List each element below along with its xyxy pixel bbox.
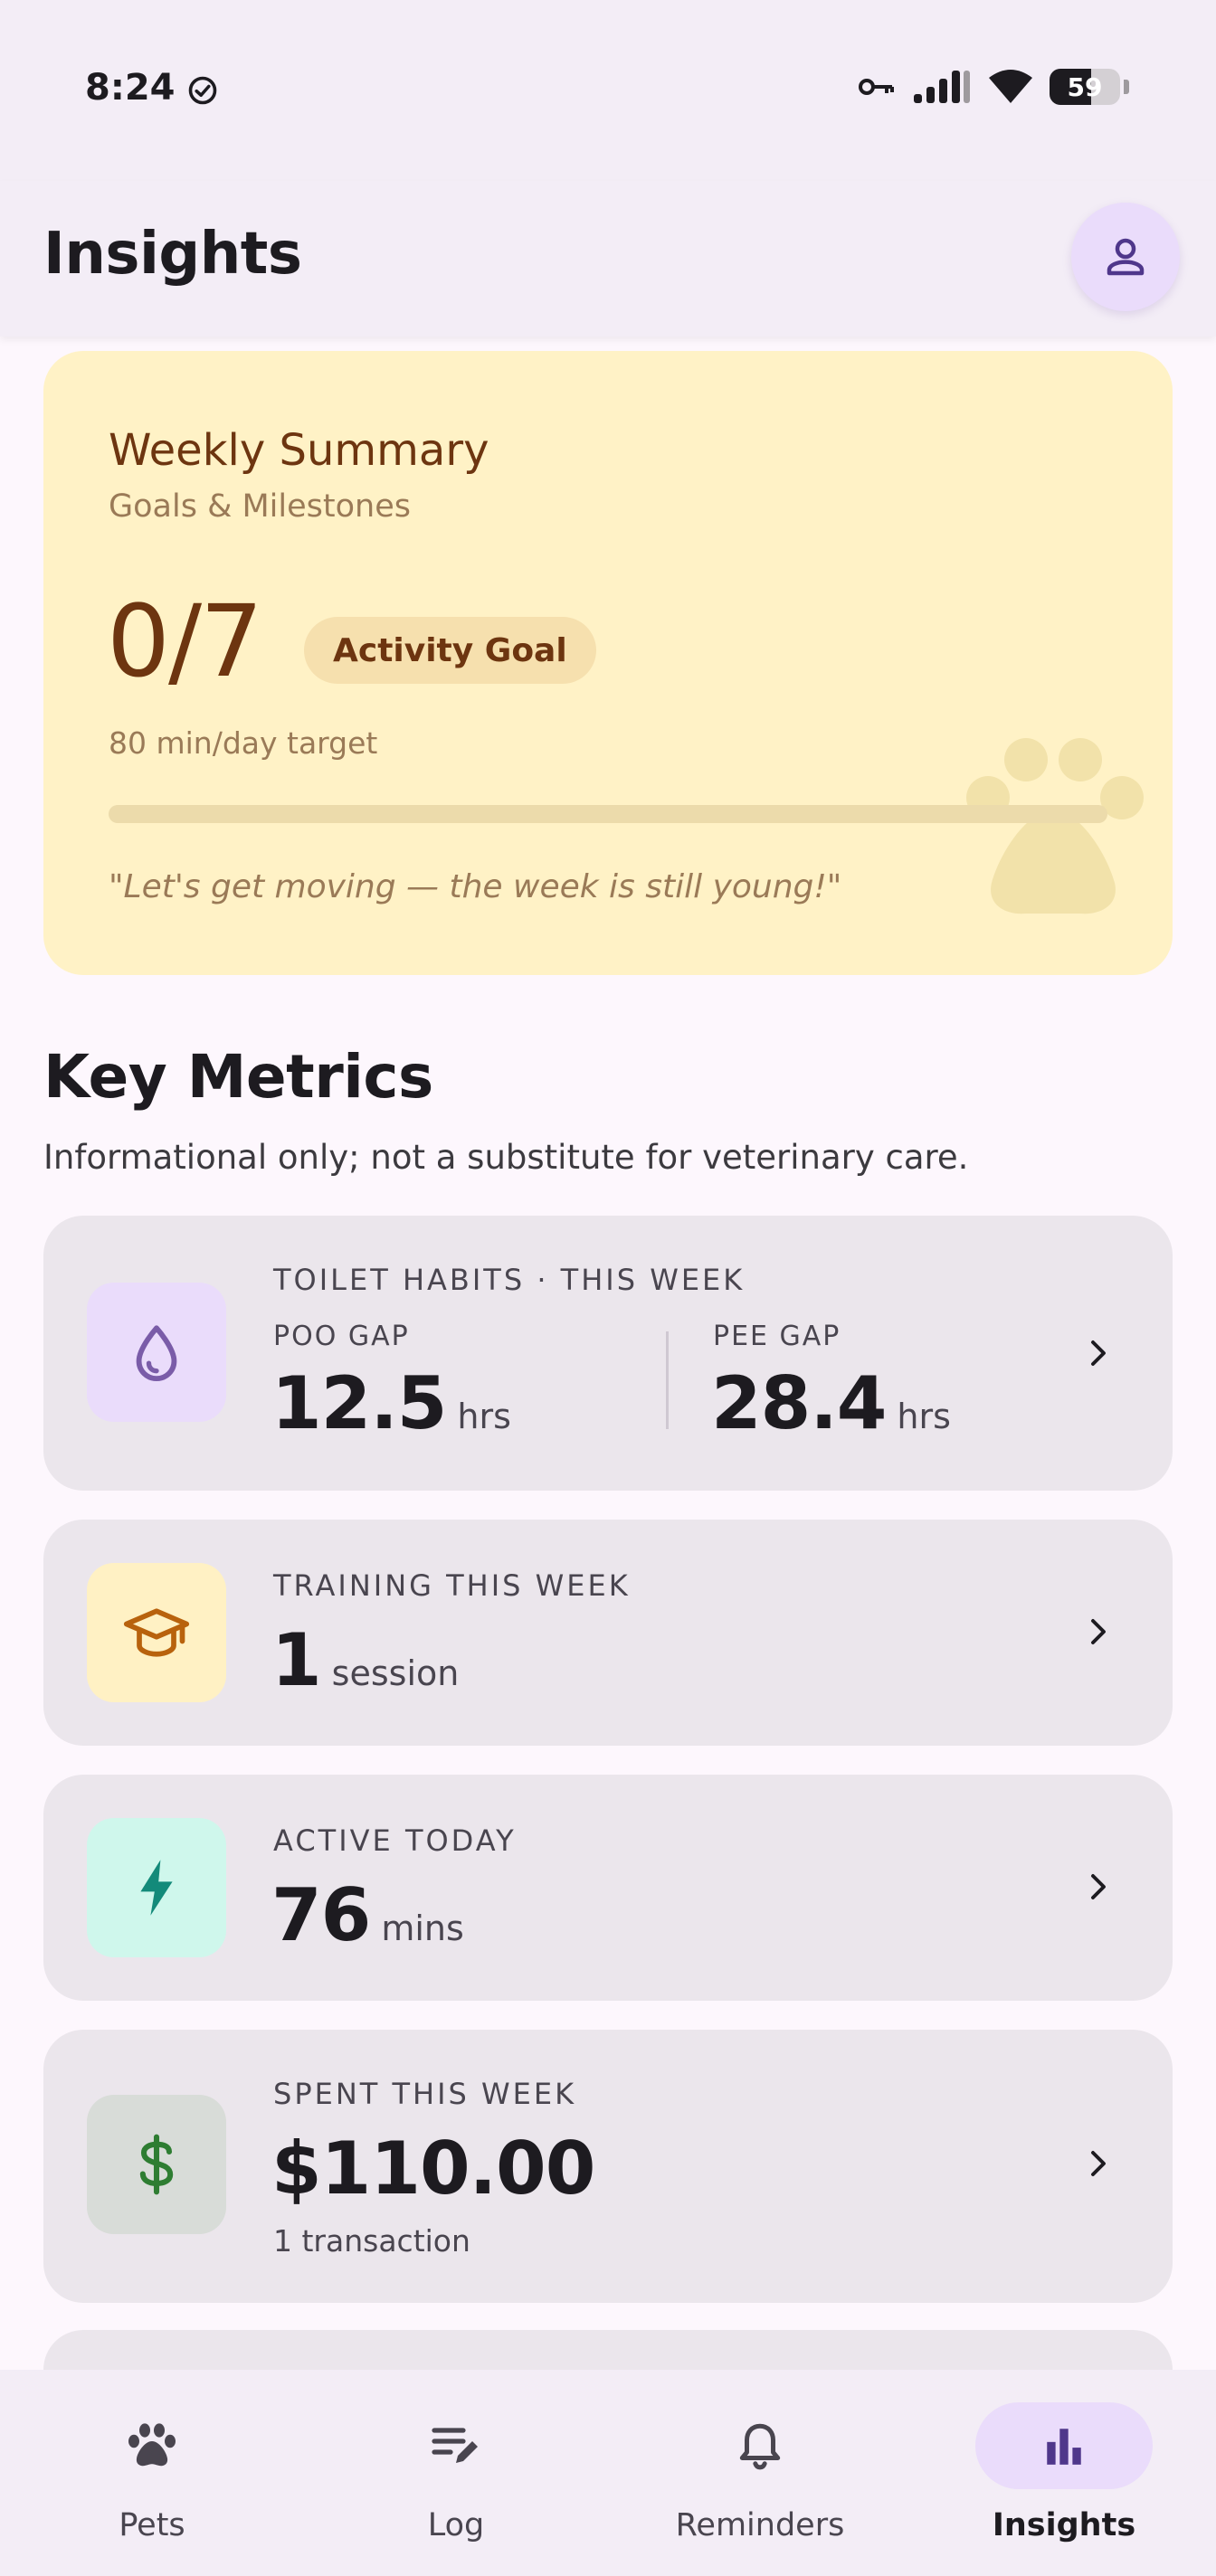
battery-indicator: 59 [1050,69,1120,105]
paw-icon [966,738,1144,914]
training-card[interactable]: TRAINING THIS WEEK 1 session [43,1520,1173,1746]
summary-subtitle: Goals & Milestones [109,488,411,525]
summary-title: Weekly Summary [109,425,489,476]
nav-label-insights: Insights [992,2507,1136,2543]
training-value: 1 [271,1618,322,1702]
wifi-icon [989,70,1032,103]
spent-this-week-card[interactable]: SPENT THIS WEEK $110.00 1 transaction [43,2030,1173,2303]
toilet-divider [666,1331,669,1429]
nav-label-reminders: Reminders [675,2507,845,2543]
vpn-key-icon [859,79,894,95]
active-value-row: 76 mins [271,1880,464,1952]
active-today-label: ACTIVE TODAY [273,1823,517,1858]
graduation-cap-icon [123,1608,190,1657]
goal-progress-bar [109,805,1107,823]
nav-label-log: Log [427,2507,485,2543]
poo-gap-label: POO GAP [273,1321,410,1352]
toilet-habits-label: TOILET HABITS · THIS WEEK [273,1263,746,1297]
battery-cap [1124,80,1129,94]
activity-goal-chip: Activity Goal [304,617,596,684]
training-value-row: 1 session [271,1624,459,1697]
training-unit: session [331,1653,460,1693]
spent-value: $110.00 [271,2126,595,2211]
person-outline-icon [1107,238,1145,276]
toilet-habits-card[interactable]: TOILET HABITS · THIS WEEK POO GAP 12.5 hr… [43,1216,1173,1491]
top-app-bar: Insights [0,181,1216,336]
nav-item-pets[interactable]: Pets [0,2370,304,2576]
toilet-icon-box [87,1283,226,1422]
chevron-right-icon[interactable] [1082,1337,1115,1369]
pee-gap-label: PEE GAP [713,1321,841,1352]
bottom-navigation: Pets Log Reminders Insights [0,2370,1216,2576]
chevron-right-icon[interactable] [1082,1870,1115,1903]
active-today-card[interactable]: ACTIVE TODAY 76 mins [43,1775,1173,2001]
edit-note-icon [432,2428,478,2463]
poo-gap-value-row: 12.5 hrs [271,1368,511,1440]
training-icon-box [87,1563,226,1702]
battery-level: 59 [1067,71,1103,102]
nav-indicator-insights [975,2402,1153,2489]
spent-icon-box [87,2095,226,2234]
pee-gap-value: 28.4 [711,1361,887,1445]
active-unit: mins [381,1908,464,1948]
bolt-icon [140,1860,173,1916]
goal-target: 80 min/day target [109,725,378,761]
metrics-disclaimer: Informational only; not a substitute for… [43,1138,969,1177]
active-icon-box [87,1818,226,1957]
status-icons: 59 [858,69,1129,105]
chevron-right-icon[interactable] [1082,2147,1115,2180]
check-circle-icon [188,76,217,105]
chevron-right-icon[interactable] [1082,1615,1115,1648]
poo-gap-unit: hrs [457,1397,511,1436]
cellular-signal-icon [914,71,970,103]
goal-count: 0/7 [107,583,263,699]
insights-screen: 8:24 59 Insights Weekly Summary Goals & … [0,0,1216,2576]
bar-chart-icon [1047,2429,1081,2465]
weekly-summary-card[interactable]: Weekly Summary Goals & Milestones 0/7 Ac… [43,351,1173,975]
status-time: 8:24 [85,67,176,109]
nav-label-pets: Pets [119,2507,185,2543]
nav-item-log[interactable]: Log [304,2370,608,2576]
bell-icon [739,2423,781,2470]
page-title: Insights [43,221,302,288]
spent-transactions: 1 transaction [273,2223,470,2259]
pee-gap-unit: hrs [897,1397,951,1436]
profile-button[interactable] [1071,203,1180,311]
poo-gap-value: 12.5 [271,1361,447,1445]
status-bar: 8:24 59 [0,0,1216,181]
motivation-quote: "Let's get moving — the week is still yo… [109,868,842,905]
nav-indicator-log [367,2402,545,2489]
spent-label: SPENT THIS WEEK [273,2077,577,2111]
nav-item-reminders[interactable]: Reminders [608,2370,912,2576]
nav-item-insights[interactable]: Insights [912,2370,1216,2576]
key-metrics-title: Key Metrics [43,1042,433,1112]
paw-icon [128,2423,176,2467]
pee-gap-value-row: 28.4 hrs [711,1368,951,1440]
nav-indicator-reminders [671,2402,849,2489]
nav-indicator-pets [63,2402,241,2489]
water-drop-icon [136,1325,177,1382]
training-label: TRAINING THIS WEEK [273,1568,631,1603]
active-value: 76 [271,1873,371,1957]
dollar-icon [139,2134,174,2195]
